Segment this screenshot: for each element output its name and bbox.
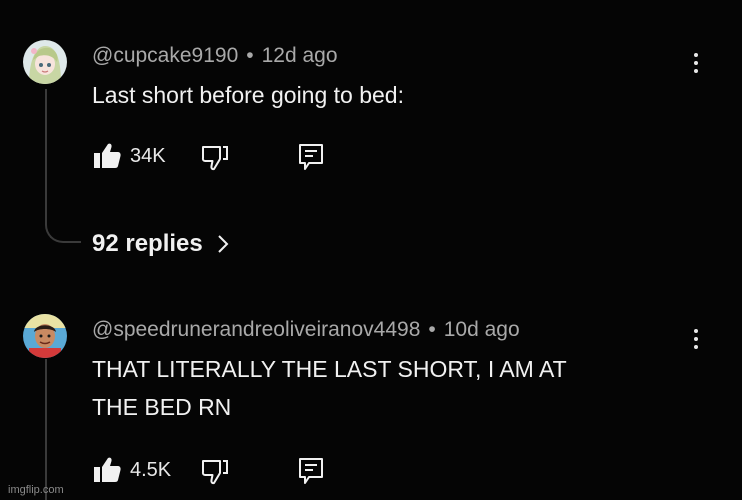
more-actions-button[interactable] — [686, 324, 706, 354]
separator-dot: • — [246, 44, 254, 67]
comment-actions: 34K — [92, 138, 332, 174]
thumbs-up-icon — [94, 143, 121, 168]
replies-count: 92 replies — [92, 230, 203, 257]
thread-connector-line — [45, 89, 81, 243]
comment-text: Last short before going to bed: — [92, 82, 404, 108]
reply-button[interactable] — [297, 456, 325, 491]
comment-text-line: THAT LITERALLY THE LAST SHORT, I AM AT — [92, 356, 567, 382]
view-replies-link[interactable]: 92 replies — [92, 230, 229, 258]
like-button[interactable]: 4.5K — [92, 455, 171, 485]
comment-author[interactable]: @cupcake9190 — [92, 44, 238, 67]
kebab-dot — [694, 329, 698, 333]
thumbs-up-icon — [94, 457, 121, 482]
chevron-right-icon — [218, 235, 229, 253]
comment-author[interactable]: @speedrunerandreoliveiranov4498 — [92, 318, 420, 341]
more-actions-button[interactable] — [686, 48, 706, 78]
reply-icon — [299, 458, 323, 484]
thread-connector-line — [45, 359, 47, 500]
reply-button[interactable] — [297, 142, 325, 177]
thumbs-down-icon — [201, 146, 228, 171]
comment-actions: 4.5K — [92, 452, 332, 488]
thumbs-down-icon — [201, 460, 228, 485]
kebab-dot — [694, 61, 698, 65]
watermark: imgflip.com — [8, 484, 64, 496]
man-portrait-avatar-icon — [23, 314, 67, 358]
avatar[interactable] — [23, 40, 67, 84]
separator-dot: • — [428, 318, 436, 341]
dislike-button[interactable] — [200, 142, 230, 177]
comment-text: THAT LITERALLY THE LAST SHORT, I AM AT T… — [92, 350, 567, 426]
like-count: 4.5K — [130, 458, 172, 481]
comment-header: @cupcake9190 • 12d ago — [92, 44, 338, 68]
kebab-dot — [694, 345, 698, 349]
like-count: 34K — [130, 144, 166, 167]
avatar[interactable] — [23, 314, 67, 358]
comment-header: @speedrunerandreoliveiranov4498 • 10d ago — [92, 318, 520, 342]
anime-girl-avatar-icon — [23, 40, 67, 84]
kebab-dot — [694, 69, 698, 73]
comment-text-line: THE BED RN — [92, 394, 232, 420]
like-button[interactable]: 34K — [92, 141, 166, 171]
reply-icon — [299, 144, 323, 170]
dislike-button[interactable] — [200, 456, 230, 491]
kebab-dot — [694, 53, 698, 57]
comment-time[interactable]: 12d ago — [262, 44, 338, 67]
comment-time[interactable]: 10d ago — [444, 318, 520, 341]
kebab-dot — [694, 337, 698, 341]
